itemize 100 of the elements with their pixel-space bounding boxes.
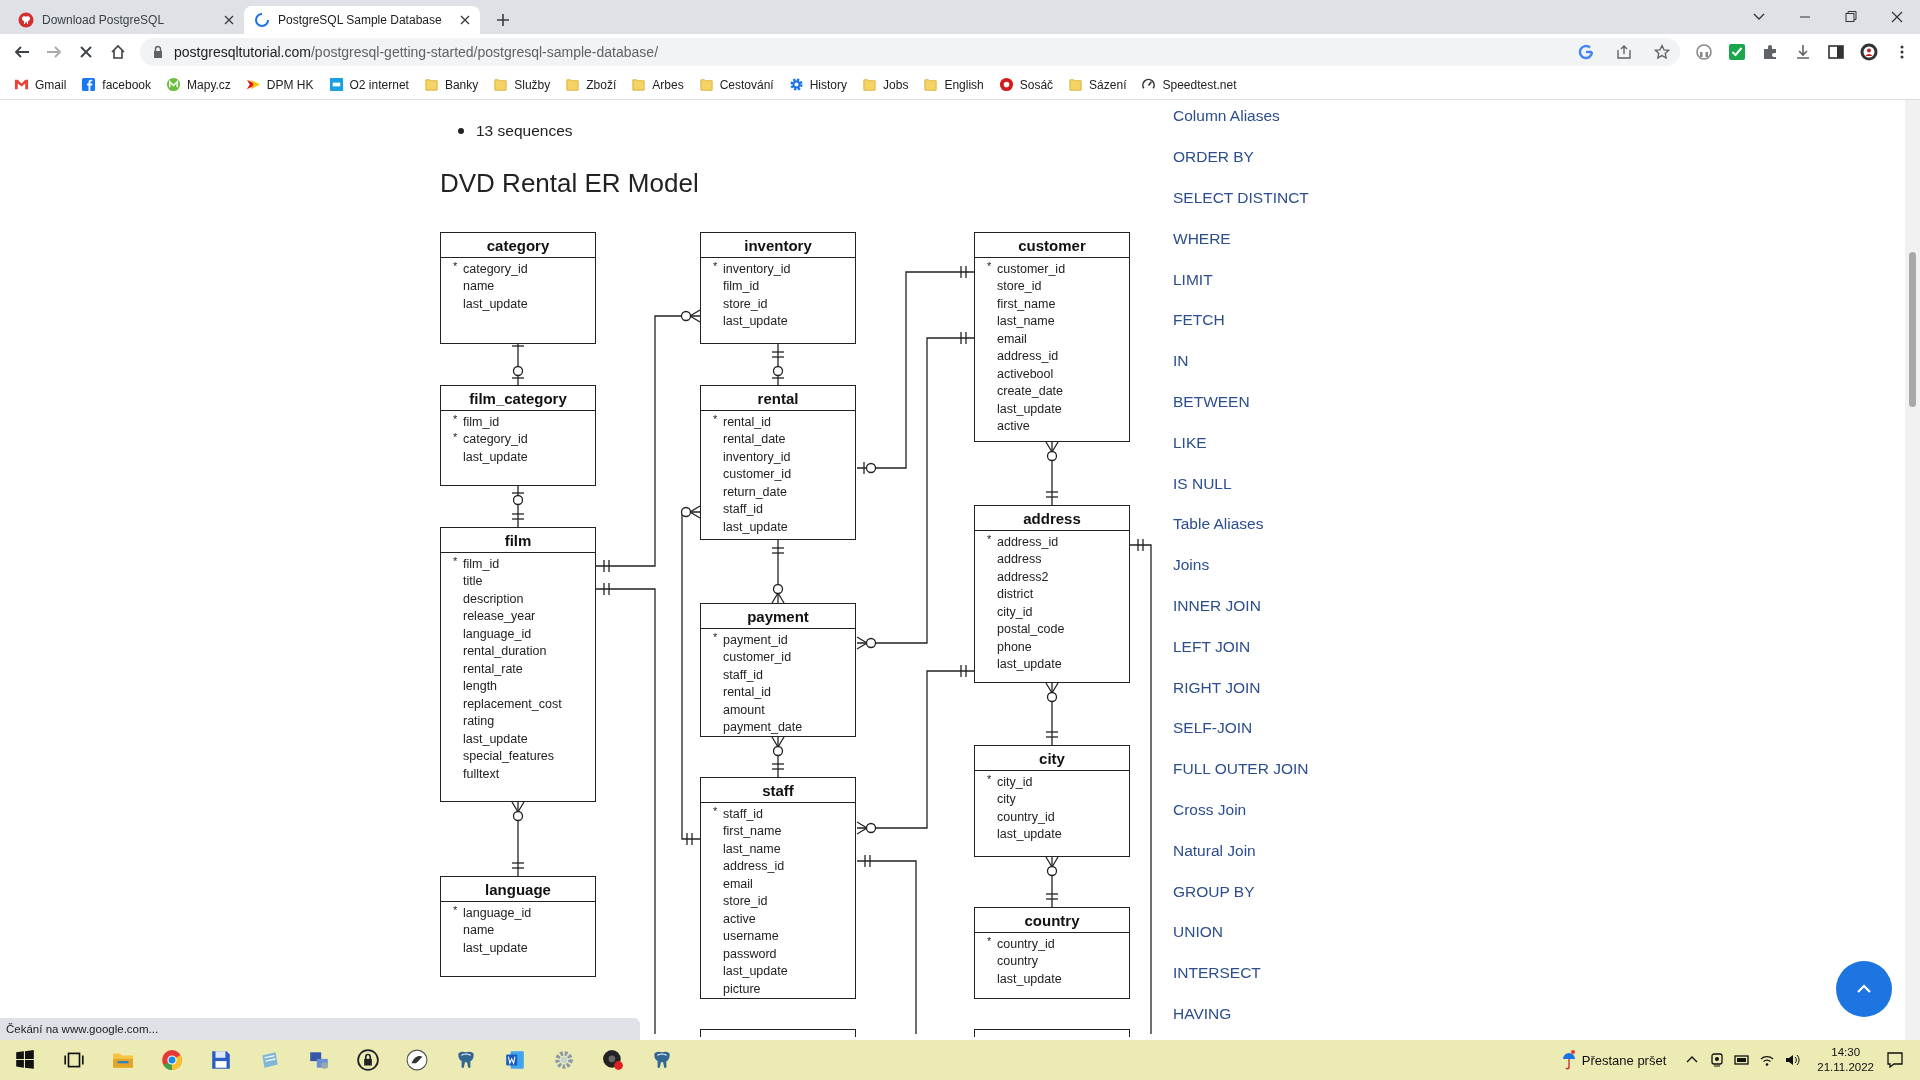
sidebar-link[interactable]: SELF-JOIN	[1173, 719, 1253, 738]
sidebar-link[interactable]: IN	[1173, 352, 1189, 371]
entity-field: last_update	[453, 448, 595, 466]
sidebar-link[interactable]: Natural Join	[1173, 841, 1256, 860]
lock-icon[interactable]	[356, 1049, 379, 1071]
sidebar-link[interactable]: Joins	[1173, 556, 1210, 575]
sidebar-link[interactable]: IS NULL	[1173, 474, 1232, 493]
sidebar-link[interactable]: FULL OUTER JOIN	[1173, 760, 1309, 779]
computer-icon[interactable]	[307, 1049, 330, 1071]
entity-field: * film_id	[453, 413, 595, 431]
sidebar-link[interactable]: Column Aliases	[1173, 107, 1280, 126]
bookmark[interactable]: O2 internet	[328, 77, 409, 92]
record-icon[interactable]	[601, 1049, 624, 1071]
folder-icon	[631, 77, 647, 92]
weather-widget[interactable]: Přestane pršet	[1561, 1049, 1667, 1071]
bookmark[interactable]: Mapy.cz	[166, 77, 231, 92]
bookmark[interactable]: Služby	[493, 77, 551, 92]
bookmark[interactable]: Jobs	[862, 77, 909, 92]
entity-field: address_id	[987, 347, 1129, 365]
entity-field: rental_duration	[453, 642, 595, 660]
scrollbar-thumb[interactable]	[1909, 252, 1916, 407]
browser-icon[interactable]	[160, 1049, 183, 1071]
folder-icon	[423, 77, 439, 92]
entity-field: password	[713, 945, 855, 963]
entity-field: activebool	[987, 365, 1129, 383]
entity-name: staff	[762, 781, 794, 799]
entity-field: * customer_id	[987, 260, 1129, 278]
bookmark[interactable]: English	[923, 77, 984, 92]
entity-field: last_update	[713, 962, 855, 980]
bookmark[interactable]: Zboží	[565, 77, 617, 92]
scrollbar[interactable]	[1905, 100, 1920, 1040]
sidebar-link[interactable]: Table Aliases	[1173, 515, 1264, 534]
bookmark[interactable]: Banky	[423, 77, 479, 92]
g-logo-icon[interactable]	[1578, 44, 1594, 60]
bookmark[interactable]: Sázení	[1068, 77, 1127, 92]
bookmark[interactable]: History	[788, 77, 848, 92]
sidebar-link[interactable]: BETWEEN	[1173, 392, 1250, 411]
sidebar-link[interactable]: ORDER BY	[1173, 148, 1254, 167]
document-icon[interactable]	[503, 1049, 526, 1071]
bookmark[interactable]: Sosáč	[998, 77, 1054, 92]
tile-icon	[328, 77, 344, 92]
entity-name: inventory	[744, 236, 812, 254]
star-icon[interactable]	[1654, 44, 1670, 60]
close-icon[interactable]	[224, 15, 234, 25]
entity-field: customer_id	[713, 648, 855, 666]
address-bar[interactable]: postgresqltutorial.com/postgresql-getting-started/postgresql-sample-database/	[140, 38, 1680, 66]
side-panel-icon[interactable]	[1827, 43, 1845, 61]
webcam-icon[interactable]	[1709, 1052, 1726, 1068]
browser-tab[interactable]: Download PostgreSQL	[8, 6, 244, 34]
status-bubble: Čekání na www.google.com...	[0, 1018, 640, 1040]
notification-icon[interactable]	[1886, 1051, 1904, 1069]
sidebar-link[interactable]: INTERSECT	[1173, 964, 1261, 983]
plus-icon[interactable]	[496, 13, 510, 27]
entity-field: staff_id	[713, 500, 855, 518]
bookmark[interactable]: Cestování	[698, 77, 774, 92]
speaker-icon[interactable]	[1784, 1052, 1801, 1068]
back-to-top-button[interactable]	[1836, 961, 1892, 1017]
sidebar-link[interactable]: RIGHT JOIN	[1173, 678, 1261, 697]
sidebar-link[interactable]: GROUP BY	[1173, 882, 1255, 901]
share-icon[interactable]	[1616, 44, 1632, 60]
bookmark[interactable]: facebook	[81, 77, 152, 92]
bookmark[interactable]: Arbes	[631, 77, 684, 92]
sidebar-link[interactable]: Cross Join	[1173, 800, 1247, 819]
entity-field: amount	[713, 701, 855, 719]
entity-field: store_id	[713, 892, 855, 910]
sidebar-link[interactable]: HAVING	[1173, 1004, 1232, 1023]
entity-field: rental_id	[713, 683, 855, 701]
sidebar-link[interactable]: LIKE	[1173, 433, 1207, 452]
avatar-icon[interactable]	[1860, 43, 1878, 61]
sidebar-link[interactable]: LIMIT	[1173, 270, 1213, 289]
sidebar-link[interactable]: INNER JOIN	[1173, 596, 1261, 615]
sidebar-link[interactable]: LEFT JOIN	[1173, 637, 1251, 656]
entity-field: first_name	[987, 295, 1129, 313]
sidebar-link[interactable]: SELECT DISTINCT	[1173, 189, 1309, 207]
entity-field: * payment_id	[713, 631, 855, 649]
puzzle-icon[interactable]	[1761, 43, 1779, 61]
floppy-icon[interactable]	[209, 1049, 232, 1071]
bookmark[interactable]: Gmail	[14, 77, 67, 92]
sidebar-link[interactable]: FETCH	[1173, 311, 1225, 330]
loading-icon	[254, 12, 270, 28]
download-icon[interactable]	[1794, 43, 1812, 61]
checkmark-icon[interactable]	[1728, 43, 1746, 61]
sidebar-link[interactable]: UNION	[1173, 923, 1223, 942]
close-icon[interactable]	[460, 15, 470, 25]
headphones-icon[interactable]	[1695, 43, 1713, 61]
windows-icon[interactable]	[13, 1049, 36, 1071]
entity-field: * staff_id	[713, 805, 855, 823]
clock[interactable]: 14:30 21.11.2022	[1817, 1045, 1874, 1075]
bookmark[interactable]: DPM HK	[245, 77, 314, 92]
entity-field: address_id	[713, 857, 855, 875]
sidebar-link[interactable]: WHERE	[1173, 229, 1231, 248]
entity-field: email	[713, 875, 855, 893]
envelope-icon	[14, 77, 29, 92]
battery-icon[interactable]	[1734, 1052, 1751, 1068]
bookmark[interactable]: Speedtest.net	[1141, 77, 1237, 92]
browser-tab[interactable]: PostgreSQL Sample Database	[244, 6, 480, 34]
entity-field: email	[987, 330, 1129, 348]
entity-field: last_update	[453, 730, 595, 748]
folder-icon	[862, 77, 878, 92]
bird-icon[interactable]	[405, 1049, 428, 1071]
